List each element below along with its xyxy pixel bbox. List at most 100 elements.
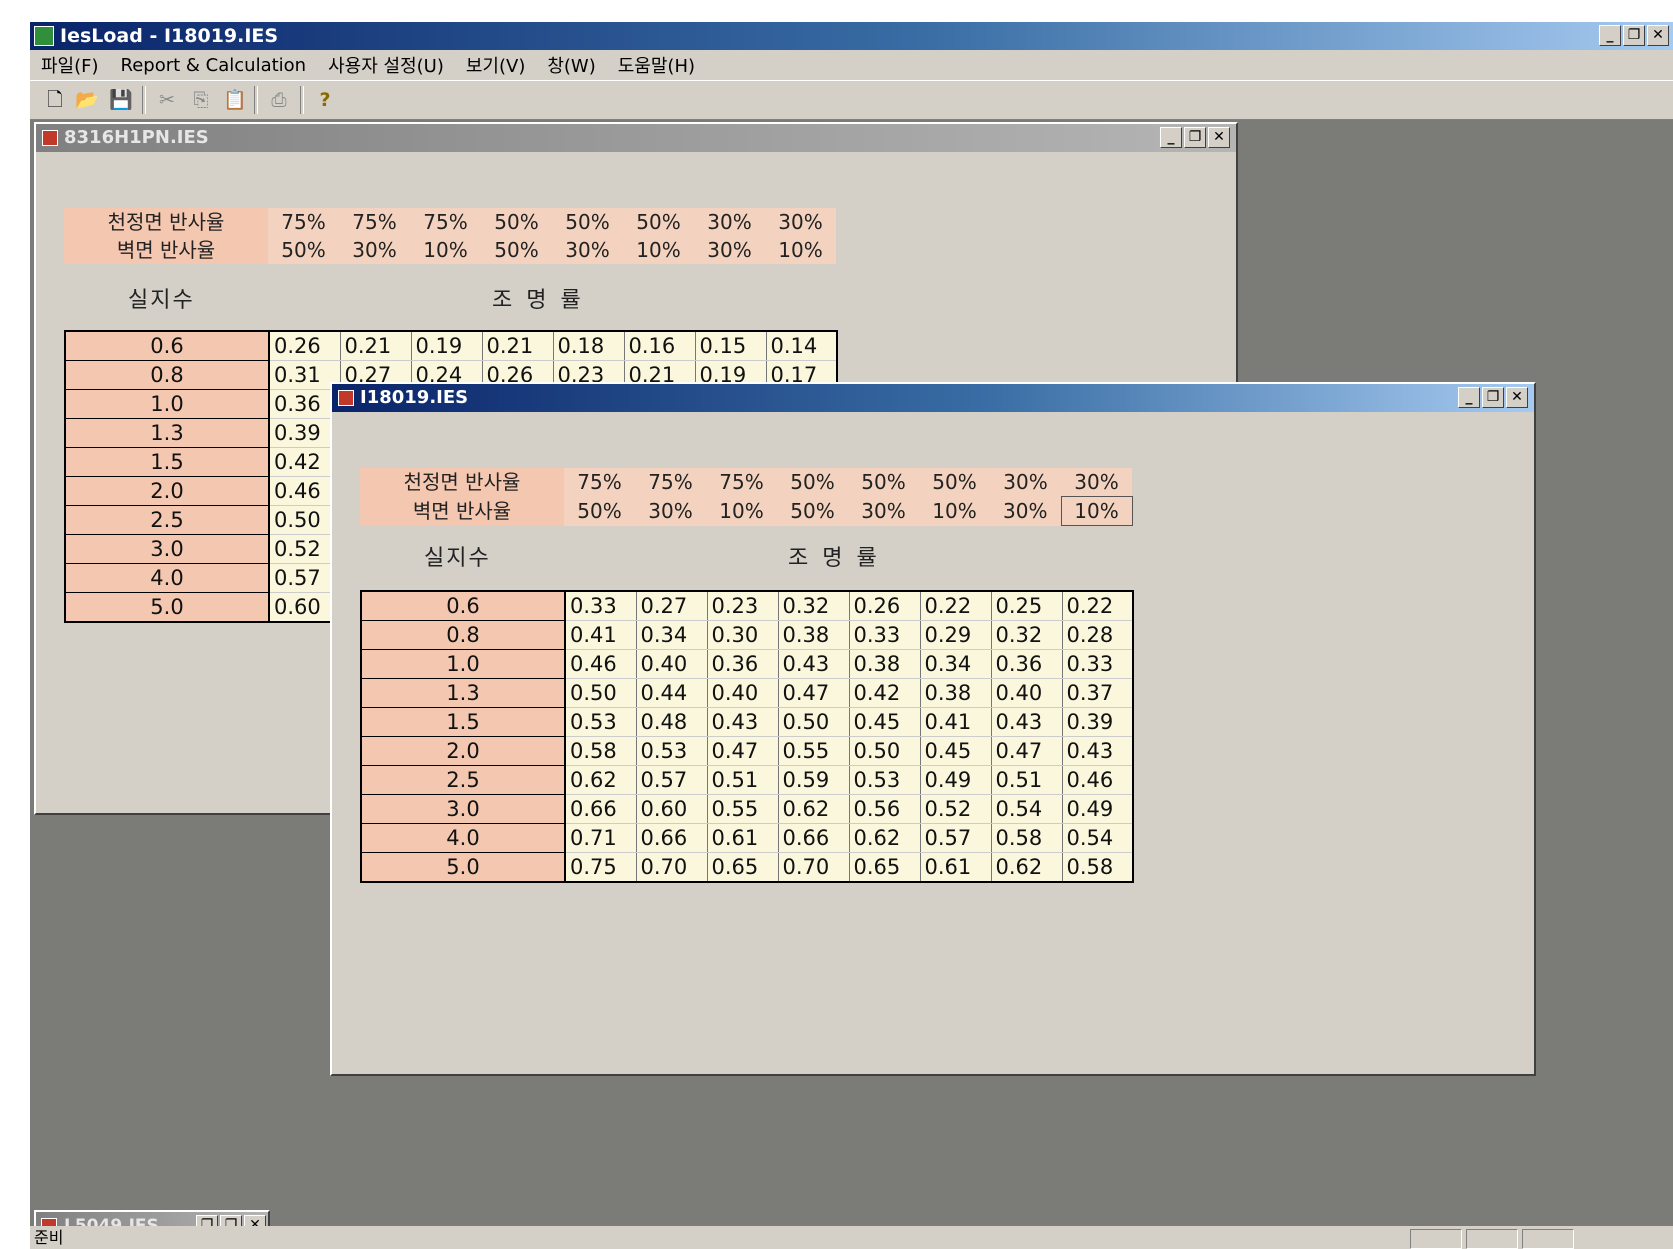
minimize-button[interactable]: _ — [1160, 127, 1182, 148]
wall-pct: 30% — [552, 236, 623, 264]
room-index-cell: 0.8 — [361, 620, 566, 650]
utilization-value-cell: 0.66 — [778, 823, 850, 853]
room-index-cell: 2.0 — [65, 476, 270, 506]
menu-help[interactable]: 도움말(H) — [607, 52, 706, 78]
room-index-row: 3.0 0.66 0.60 0.55 0.62 0.56 0.52 0.54 0.49 — [361, 794, 1134, 824]
document-icon — [42, 130, 58, 146]
utilization-value-cell: 0.29 — [920, 620, 992, 650]
utilization-value-cell: 0.40 — [707, 678, 779, 708]
wall-pct: 50% — [268, 236, 339, 264]
close-button[interactable]: ✕ — [1506, 387, 1528, 408]
wall-reflectance-label: 벽면 반사율 — [64, 236, 268, 264]
room-index-row: 5.0 0.75 0.70 0.65 0.70 0.65 0.61 0.62 0.58 — [361, 852, 1134, 883]
ceiling-pct: 30% — [694, 208, 765, 236]
reflectance-table: 천정면 반사율 75% 75% 75% 50% 50% 50% 30% 30% … — [360, 468, 1133, 526]
room-index-cell: 1.5 — [361, 707, 566, 737]
ceiling-reflectance-label: 천정면 반사율 — [64, 208, 268, 236]
cut-icon[interactable]: ✂ — [154, 87, 180, 113]
utilization-value-cell: 0.27 — [636, 591, 708, 621]
document-title-bar[interactable]: 8316H1PN.IES _ ❐ ✕ — [36, 124, 1236, 152]
ceiling-pct: 30% — [765, 208, 836, 236]
utilization-value-cell: 0.55 — [707, 794, 779, 824]
print-icon[interactable]: ⎙ — [266, 87, 292, 113]
utilization-value-cell: 0.51 — [707, 765, 779, 795]
utilization-value-cell: 0.22 — [1062, 591, 1134, 621]
utilization-value-cell: 0.50 — [565, 678, 637, 708]
close-button[interactable]: ✕ — [1208, 127, 1230, 148]
utilization-value-cell: 0.45 — [920, 736, 992, 766]
close-button[interactable]: ✕ — [1647, 25, 1669, 46]
utilization-value-cell: 0.32 — [991, 620, 1063, 650]
utilization-value-cell: 0.66 — [565, 794, 637, 824]
wall-pct: 10% — [765, 236, 836, 264]
restore-button[interactable]: ❐ — [1623, 25, 1645, 46]
utilization-value-cell: 0.51 — [991, 765, 1063, 795]
utilization-value-cell: 0.40 — [991, 678, 1063, 708]
utilization-value-cell: 0.41 — [920, 707, 992, 737]
room-index-row: 0.8 0.41 0.34 0.30 0.38 0.33 0.29 0.32 0.28 — [361, 620, 1134, 650]
room-index-cell: 3.0 — [65, 534, 270, 564]
room-index-cell: 4.0 — [361, 823, 566, 853]
ceiling-pct: 75% — [706, 468, 777, 497]
utilization-value-cell: 0.49 — [1062, 794, 1134, 824]
app-title-bar[interactable]: IesLoad - I18019.IES _ ❐ ✕ — [30, 22, 1673, 50]
utilization-value-cell: 0.36 — [991, 649, 1063, 679]
room-index-row: 2.0 0.58 0.53 0.47 0.55 0.50 0.45 0.47 0.43 — [361, 736, 1134, 766]
utilization-value-cell: 0.47 — [707, 736, 779, 766]
menu-file[interactable]: 파일(F) — [30, 52, 110, 78]
utilization-value-cell: 0.18 — [553, 331, 625, 361]
menu-user-settings[interactable]: 사용자 설정(U) — [317, 52, 455, 78]
menu-report-calculation[interactable]: Report & Calculation — [110, 55, 318, 76]
utilization-value-cell: 0.71 — [565, 823, 637, 853]
room-index-cell: 4.0 — [65, 563, 270, 593]
minimize-button[interactable]: _ — [1599, 25, 1621, 46]
maximize-button[interactable]: ❐ — [1482, 387, 1504, 408]
utilization-value-cell: 0.32 — [778, 591, 850, 621]
utilization-value-cell: 0.65 — [707, 852, 779, 883]
status-panel — [1410, 1229, 1462, 1249]
room-index-cell: 2.0 — [361, 736, 566, 766]
utilization-value-cell: 0.43 — [778, 649, 850, 679]
ceiling-reflectance-label: 천정면 반사율 — [360, 468, 564, 497]
menu-view[interactable]: 보기(V) — [455, 52, 536, 78]
utilization-value-cell: 0.54 — [1062, 823, 1134, 853]
utilization-value-cell: 0.48 — [636, 707, 708, 737]
open-folder-icon[interactable]: 📂 — [74, 87, 100, 113]
save-disk-icon[interactable]: 💾 — [108, 87, 134, 113]
room-index-row: 2.5 0.62 0.57 0.51 0.59 0.53 0.49 0.51 0.46 — [361, 765, 1134, 795]
utilization-value-cell: 0.60 — [636, 794, 708, 824]
utilization-value-cell: 0.34 — [920, 649, 992, 679]
document-window-I18019[interactable]: I18019.IES _ ❐ ✕ 천정면 반사율 75% 75% 75% 50%… — [330, 382, 1536, 1076]
status-bar: 준비 — [30, 1226, 1673, 1249]
utilization-value-cell: 0.46 — [1062, 765, 1134, 795]
ceiling-pct: 75% — [268, 208, 339, 236]
maximize-button[interactable]: ❐ — [1184, 127, 1206, 148]
wall-reflectance-row: 벽면 반사율 50% 30% 10% 50% 30% 10% 30% 10% — [64, 236, 836, 264]
ceiling-pct: 50% — [552, 208, 623, 236]
wall-reflectance-label: 벽면 반사율 — [360, 496, 564, 526]
utilization-value-cell: 0.43 — [991, 707, 1063, 737]
wall-pct: 50% — [481, 236, 552, 264]
utilization-value-cell: 0.38 — [778, 620, 850, 650]
utilization-value-cell: 0.21 — [340, 331, 412, 361]
utilization-value-cell: 0.41 — [565, 620, 637, 650]
minimize-button[interactable]: _ — [1458, 387, 1480, 408]
utilization-value-cell: 0.38 — [920, 678, 992, 708]
paste-icon[interactable]: 📋 — [222, 87, 248, 113]
ceiling-pct: 50% — [848, 468, 919, 497]
utilization-value-cell: 0.46 — [565, 649, 637, 679]
ceiling-pct: 75% — [339, 208, 410, 236]
utilization-value-cell: 0.53 — [849, 765, 921, 795]
document-title-bar[interactable]: I18019.IES _ ❐ ✕ — [332, 384, 1534, 412]
room-index-cell: 3.0 — [361, 794, 566, 824]
utilization-value-cell: 0.21 — [482, 331, 554, 361]
copy-icon[interactable]: ⎘ — [188, 87, 214, 113]
utilization-value-cell: 0.45 — [849, 707, 921, 737]
menu-window[interactable]: 창(W) — [536, 52, 606, 78]
utilization-value-cell: 0.61 — [707, 823, 779, 853]
help-icon[interactable]: ? — [312, 87, 338, 113]
toolbar: 🗋 📂 💾 ✂ ⎘ 📋 ⎙ ? — [30, 80, 1673, 120]
room-index-cell: 0.8 — [65, 360, 270, 390]
new-file-icon[interactable]: 🗋 — [42, 87, 68, 113]
ceiling-pct: 75% — [564, 468, 635, 497]
